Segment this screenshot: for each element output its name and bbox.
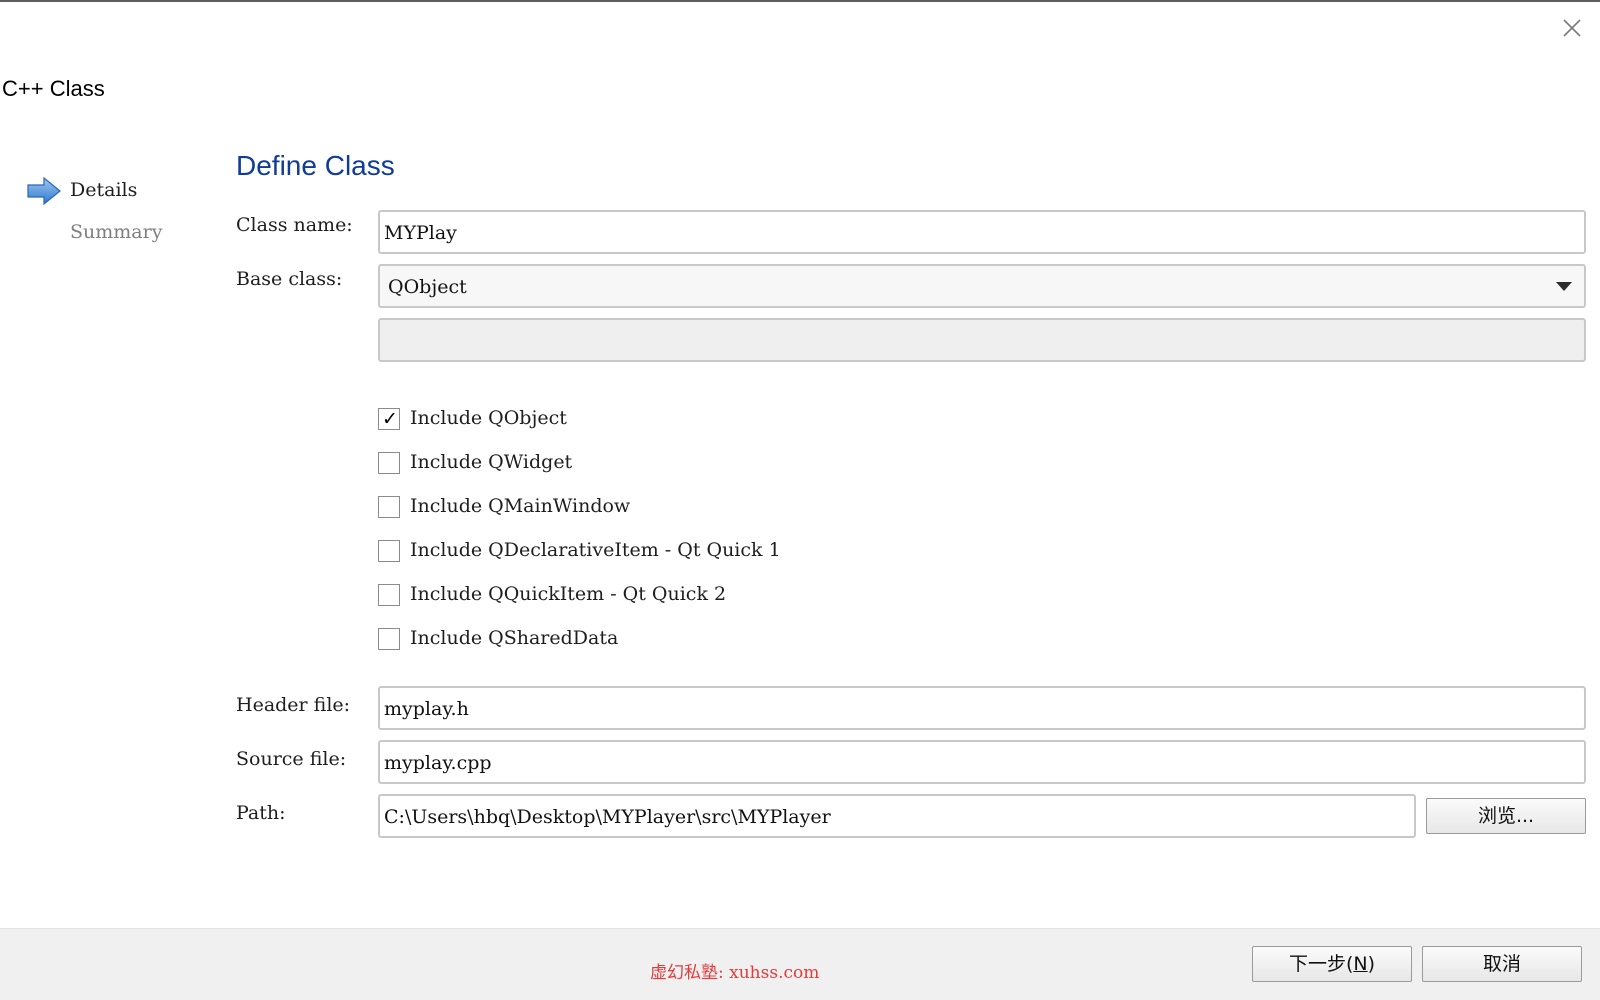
checkbox-label: Include QSharedData (410, 627, 619, 649)
next-button[interactable]: 下一步(N) (1252, 946, 1412, 982)
class-name-input[interactable]: MYPlay (378, 210, 1586, 254)
checkbox-box[interactable]: ✓ (378, 408, 400, 430)
window-top-edge (0, 0, 1600, 2)
step-label-summary: Summary (70, 221, 163, 243)
arrow-right-icon (27, 176, 61, 206)
path-input[interactable]: C:\Users\hbq\Desktop\MYPlayer\src\MYPlay… (378, 794, 1416, 838)
next-button-close: ) (1367, 953, 1376, 975)
checkbox-label: Include QMainWindow (410, 495, 631, 517)
step-summary: Summary (26, 218, 226, 260)
base-class-label: Base class: (236, 268, 343, 290)
step-label-details: Details (70, 179, 138, 201)
checkbox-box[interactable] (378, 540, 400, 562)
source-file-label: Source file: (236, 748, 347, 770)
chevron-down-icon[interactable] (1556, 282, 1572, 291)
checkbox-box[interactable] (378, 628, 400, 650)
class-name-label: Class name: (236, 214, 353, 236)
header-file-label: Header file: (236, 694, 351, 716)
path-label: Path: (236, 802, 286, 824)
next-button-mnemonic: N (1353, 953, 1368, 975)
watermark-text: 虚幻私塾: xuhss.com (650, 963, 820, 983)
checkbox-box[interactable] (378, 452, 400, 474)
close-icon[interactable] (1560, 16, 1584, 40)
checkbox-label: Include QWidget (410, 451, 573, 473)
step-details: Details (26, 176, 226, 218)
checkbox-label: Include QObject (410, 407, 567, 429)
check-icon: ✓ (382, 408, 398, 430)
checkbox-label: Include QQuickItem - Qt Quick 2 (410, 583, 727, 605)
checkbox-box[interactable] (378, 496, 400, 518)
page-title: Define Class (236, 150, 395, 181)
base-class-custom-input (378, 318, 1586, 362)
wizard-title: C++ Class (2, 76, 105, 101)
checkbox-box[interactable] (378, 584, 400, 606)
browse-button[interactable]: 浏览... (1426, 798, 1586, 834)
checkbox-label: Include QDeclarativeItem - Qt Quick 1 (410, 539, 781, 561)
next-button-label: 下一步( (1288, 953, 1354, 975)
header-file-input[interactable]: myplay.h (378, 686, 1586, 730)
base-class-value: QObject (388, 276, 467, 298)
cancel-button[interactable]: 取消 (1422, 946, 1582, 982)
wizard-steps: Details Summary (26, 176, 226, 260)
base-class-select[interactable]: QObject (378, 264, 1586, 308)
source-file-input[interactable]: myplay.cpp (378, 740, 1586, 784)
